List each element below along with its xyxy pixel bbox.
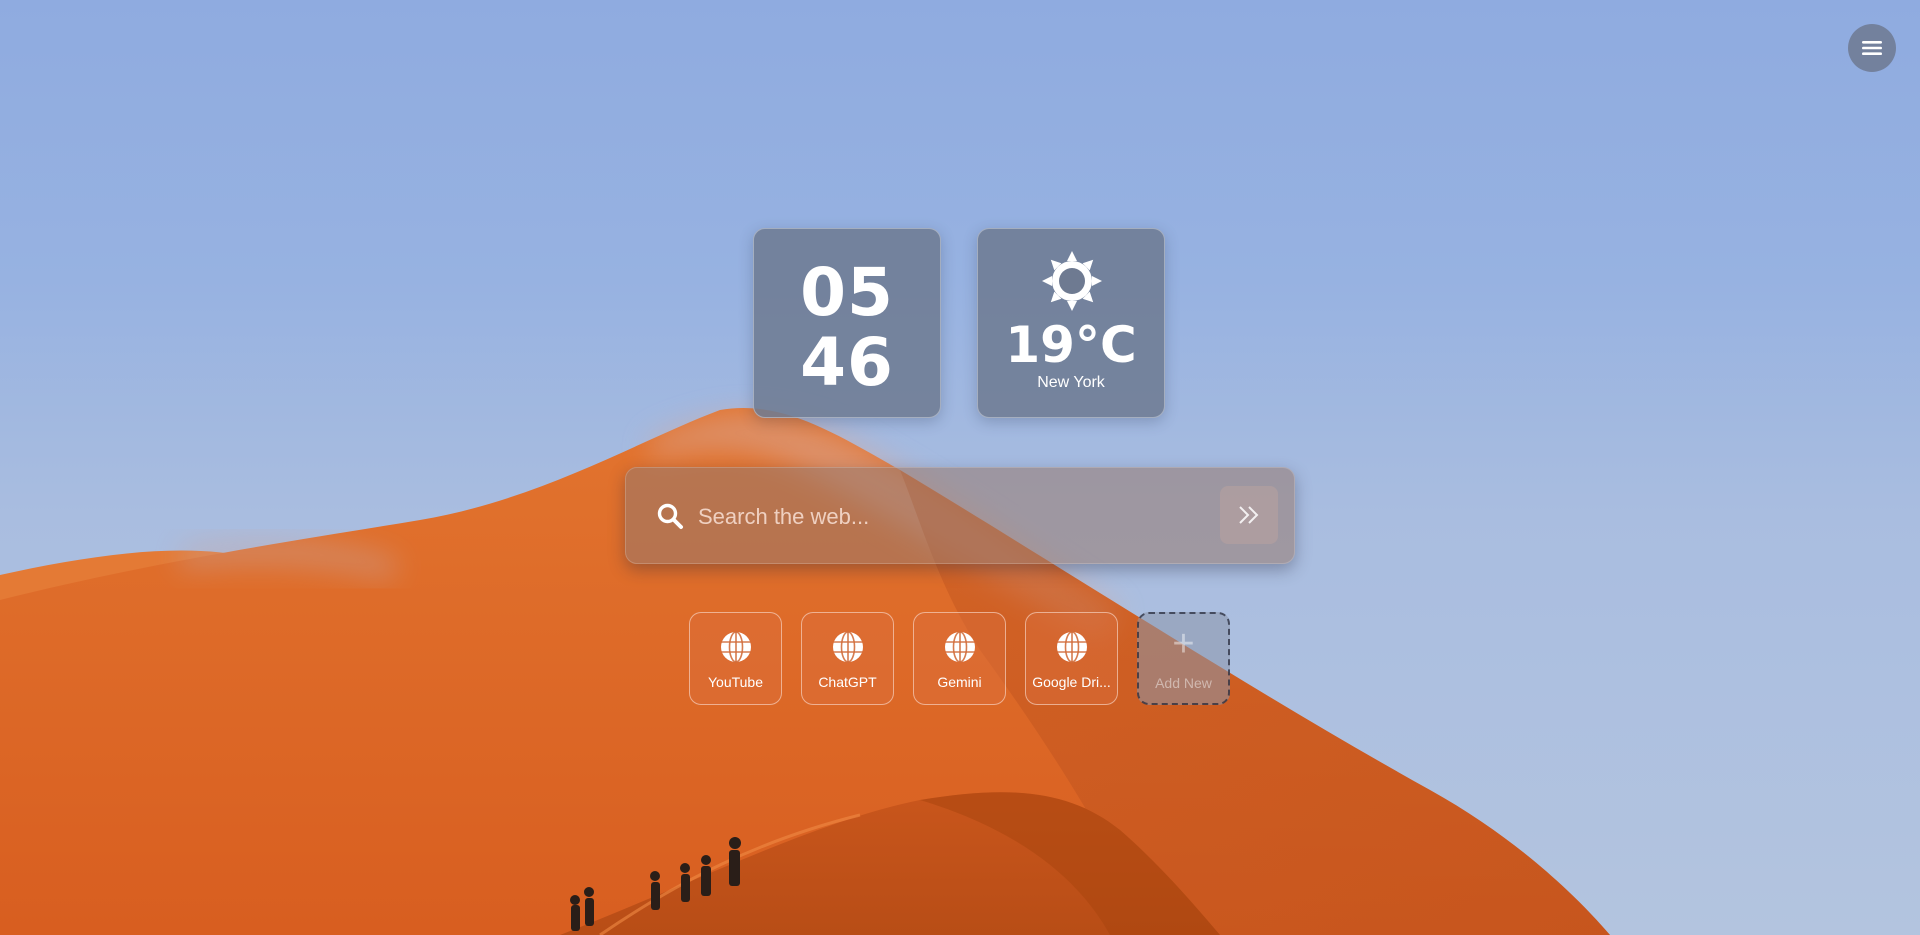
globe-icon bbox=[833, 631, 863, 663]
plus-icon: + bbox=[1172, 623, 1195, 665]
menu-button[interactable] bbox=[1848, 24, 1896, 72]
shortcut-label: ChatGPT bbox=[818, 674, 877, 690]
shortcut-gemini[interactable]: Gemini bbox=[913, 612, 1006, 705]
add-shortcut-button[interactable]: + Add New bbox=[1137, 612, 1230, 705]
sun-icon bbox=[1042, 251, 1102, 311]
shortcut-label: Gemini bbox=[937, 674, 982, 690]
shortcut-label: YouTube bbox=[707, 674, 763, 690]
clock-minutes: 46 bbox=[800, 324, 894, 401]
shortcut-chatgpt[interactable]: ChatGPT bbox=[801, 612, 894, 705]
new-tab-page: 05 46 19°C New York Search the web... Yo… bbox=[0, 0, 1920, 935]
shortcut-label: Google Dri... bbox=[1032, 674, 1111, 690]
shortcut-youtube[interactable]: YouTube bbox=[689, 612, 782, 705]
search-bar bbox=[625, 467, 1295, 564]
globe-icon bbox=[1057, 631, 1087, 663]
add-shortcut-label: Add New bbox=[1155, 675, 1212, 691]
clock-hours: 05 bbox=[800, 254, 894, 331]
search-icon bbox=[657, 503, 683, 529]
weather-temperature: 19°C bbox=[1005, 316, 1137, 374]
double-chevron-right-icon bbox=[1239, 506, 1259, 524]
shortcut-google-drive[interactable]: Google Dri... bbox=[1025, 612, 1118, 705]
search-input[interactable] bbox=[696, 492, 1220, 542]
hamburger-menu-icon bbox=[1862, 41, 1882, 55]
weather-city: New York bbox=[1037, 374, 1105, 391]
globe-icon bbox=[721, 631, 751, 663]
globe-icon bbox=[945, 631, 975, 663]
weather-widget: 19°C New York bbox=[977, 228, 1165, 418]
search-submit-button[interactable] bbox=[1220, 486, 1278, 544]
